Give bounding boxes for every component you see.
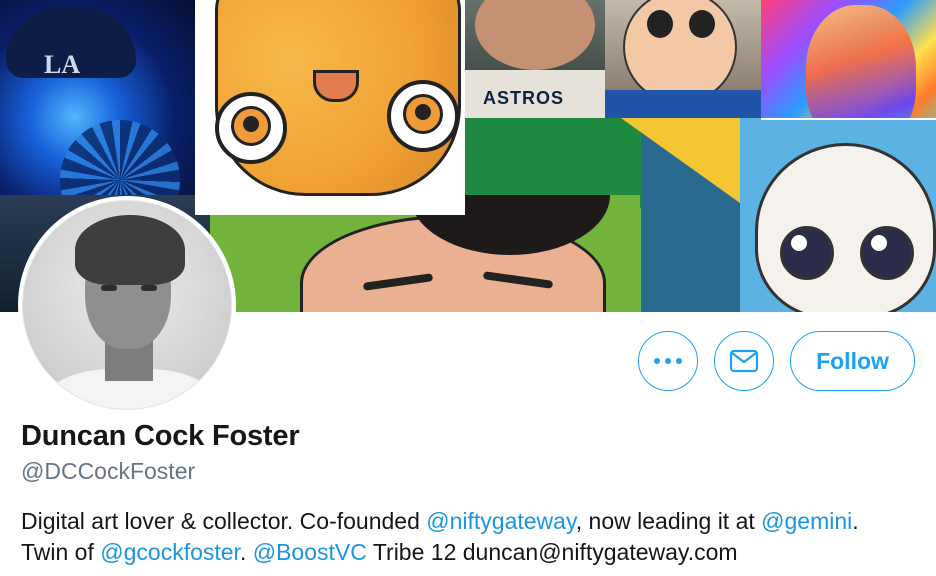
bio-text: , now leading it at [575, 508, 762, 534]
mention-link-niftygateway[interactable]: @niftygateway [426, 508, 576, 534]
avatar-photo [22, 200, 232, 410]
mention-link-boostvc[interactable]: @BoostVC [253, 539, 367, 565]
bio-line-1: Digital art lover & collector. Co-founde… [21, 506, 926, 537]
bobblehead-shirt [605, 90, 761, 118]
profile-name: Duncan Cock Foster [21, 420, 300, 452]
message-button[interactable] [714, 331, 774, 391]
banner-tile-poodle [740, 118, 936, 312]
cat-eye-left [215, 92, 287, 164]
cap-logo: LA [44, 50, 81, 79]
bio-text: Digital art lover & collector. Co-founde… [21, 508, 427, 534]
bio-text: . [239, 539, 253, 565]
wheel-shape [60, 120, 180, 195]
poodle-eye-right [860, 226, 914, 280]
poodle-eye-left [780, 226, 834, 280]
avatar-hair [75, 215, 185, 285]
avatar-eye-right [141, 285, 157, 291]
follow-button[interactable]: Follow [790, 331, 915, 391]
bobble-eye-right [689, 10, 715, 38]
bio-text: Twin of [21, 539, 101, 565]
profile-handle: @DCCockFoster [21, 458, 196, 484]
profile-bio: Digital art lover & collector. Co-founde… [21, 506, 926, 568]
banner-tile-cap-art: LA [0, 0, 213, 195]
bobblehead-head-2 [623, 0, 737, 104]
bio-text: . [852, 508, 859, 534]
bobblehead-head [475, 0, 595, 70]
eyebrow-left [362, 273, 434, 291]
banner-tile-cat [195, 0, 465, 215]
bio-text: Tribe 12 duncan@niftygateway.com [366, 539, 738, 565]
more-options-button[interactable] [638, 331, 698, 391]
bobble-eye-left [647, 10, 673, 38]
banner-tile-bobblehead: ASTROS [465, 0, 605, 118]
cat-eye-right [387, 80, 459, 152]
eyebrow-right [482, 271, 554, 289]
banner-tile-bobblehead-2 [605, 0, 761, 118]
bio-line-2: Twin of @gcockfoster. @BoostVC Tribe 12 … [21, 537, 926, 568]
envelope-icon [729, 349, 759, 373]
mention-link-gcockfoster[interactable]: @gcockfoster [100, 539, 240, 565]
profile-avatar[interactable] [18, 196, 236, 414]
more-dots-icon [654, 358, 682, 364]
poodle-head [755, 143, 936, 312]
jersey-text: ASTROS [483, 88, 565, 108]
mention-link-gemini[interactable]: @gemini [761, 508, 852, 534]
banner-divider [761, 118, 936, 120]
avatar-eye-left [101, 285, 117, 291]
